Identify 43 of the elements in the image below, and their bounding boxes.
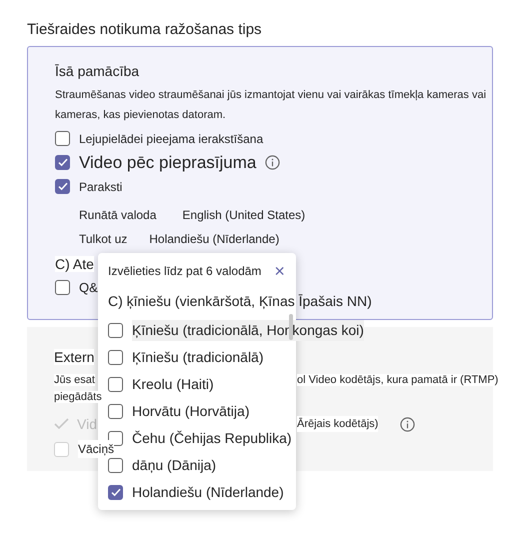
checkbox[interactable]: [108, 323, 123, 338]
option-label: Lejupielādei pieejama ierakstīšana: [79, 130, 264, 148]
language-option[interactable]: Holandiešu (Nīderlande): [132, 482, 284, 503]
option-label: Vid: [77, 414, 97, 434]
option-label: Paraksti: [79, 178, 122, 196]
checkbox[interactable]: [55, 155, 70, 170]
description: piegādāts: [54, 391, 102, 403]
checkbox[interactable]: [108, 458, 123, 473]
language-option[interactable]: Čehu (Čehijas Republika): [132, 428, 292, 449]
checkmark-icon: [58, 158, 68, 167]
checkbox[interactable]: [55, 280, 70, 296]
checkbox[interactable]: [108, 485, 123, 500]
checkmark-icon: [58, 182, 68, 191]
checkbox[interactable]: [108, 404, 123, 419]
field-value: Holandiešu (Nīderlande): [149, 231, 280, 248]
checkbox[interactable]: [108, 377, 123, 392]
field-value: English (United States): [182, 207, 306, 224]
field-label: Tulkot uz: [79, 231, 128, 248]
description: Jūs esat: [54, 374, 95, 386]
checkbox[interactable]: [55, 131, 70, 146]
popup-title: Izvēlieties līdz pat 6 valodām: [108, 263, 262, 280]
language-option[interactable]: dāņu (Dānija): [132, 455, 216, 476]
description: Straumēšanas video straumēšanai jūs izmantojat vienu vai vairākas tīmekļa kameras vai kameras, kas pievienotas datoram.: [55, 88, 488, 123]
field-label: Runātā valoda: [79, 207, 156, 224]
language-option[interactable]: Horvātu (Horvātija): [132, 401, 250, 422]
card-heading: Extern: [54, 349, 94, 365]
group-label: C) ķīniešu (vienkāršotā, Ķīnas Īpašais NN): [108, 292, 372, 310]
checkmark-icon: [110, 488, 120, 497]
option-label: Ārējais kodētājs): [297, 416, 378, 432]
section-label: C) Ate: [55, 256, 94, 272]
checkbox[interactable]: [55, 179, 70, 194]
info-icon[interactable]: [265, 155, 280, 170]
close-button[interactable]: ×: [274, 262, 285, 280]
description: ol Video kodētājs, kura pamatā ir (RTMP): [297, 374, 498, 386]
option-label: Q&: [79, 279, 98, 297]
option-label: Video pēc pieprasījuma: [79, 152, 256, 174]
info-icon[interactable]: [400, 416, 416, 432]
language-option[interactable]: Kreolu (Haiti): [132, 374, 214, 395]
checkbox[interactable]: [108, 350, 123, 365]
section-title: Tiešraides notikuma ražošanas tips: [27, 21, 262, 38]
language-option[interactable]: Ķīniešu (tradicionālā): [132, 347, 264, 368]
option-label: Vāciņš: [78, 440, 114, 458]
card-heading: Īsā pamācība: [55, 63, 140, 79]
